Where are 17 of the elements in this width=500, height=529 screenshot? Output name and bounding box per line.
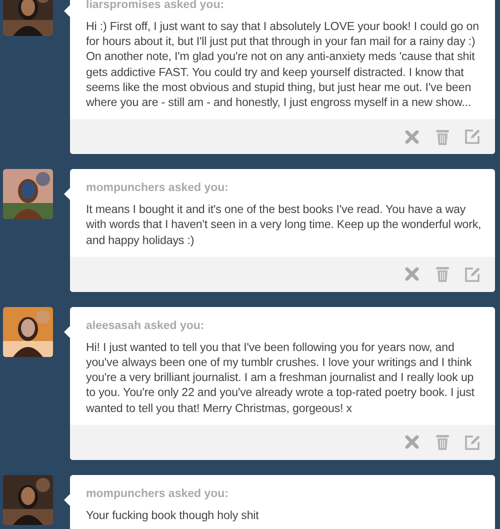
- close-icon[interactable]: [403, 265, 421, 284]
- message-text: Your fucking book though holy shit: [86, 508, 260, 524]
- message-text: Hi :) First off, I just want to say that I absolutely LOVE your book! I could go on for hours about it, but I'll just put that through in your fan mail for a rainy day :) On another note, I'm glad you're not on any anti-anxiety meds 'cause that shit gets addictive FAST. You could try and keep yourself distracted. I know that seems like the most obvious and stupid thing, but just hear me out. I've been where you are - still am - and honestly, I just engross myself in a new show...: [86, 19, 480, 110]
- edit-icon[interactable]: [463, 433, 481, 452]
- message-text: It means I bought it and it's one of the best books I've read. You have a way with words that I haven't seen in a very long time. Keep up the wonderful work, and happy holidays :): [86, 202, 482, 248]
- asker-label: mompunchers asked you:: [86, 181, 230, 196]
- trash-icon[interactable]: [433, 265, 451, 284]
- trash-icon[interactable]: [433, 433, 451, 452]
- edit-icon[interactable]: [463, 265, 481, 284]
- asker-label: mompunchers asked you:: [86, 486, 230, 502]
- message-text: Hi! I just wanted to tell you that I've been following you for years now, and you've always been one of my tumblr crushes. I love your writings and I think you're a very brilliant journalist. I am a freshman journalist and I really look up to you. You're only 22 and you've already wrote a top-rated poetry book. I just wanted to tell you that! Merry Christmas, gorgeous! x: [86, 340, 476, 416]
- asker-label: liarspromises asked you:: [86, 0, 226, 13]
- close-icon[interactable]: [403, 433, 421, 452]
- close-icon[interactable]: [403, 128, 421, 146]
- asker-label: aleesasah asked you:: [86, 318, 206, 334]
- trash-icon[interactable]: [433, 128, 451, 146]
- edit-icon[interactable]: [463, 128, 481, 146]
